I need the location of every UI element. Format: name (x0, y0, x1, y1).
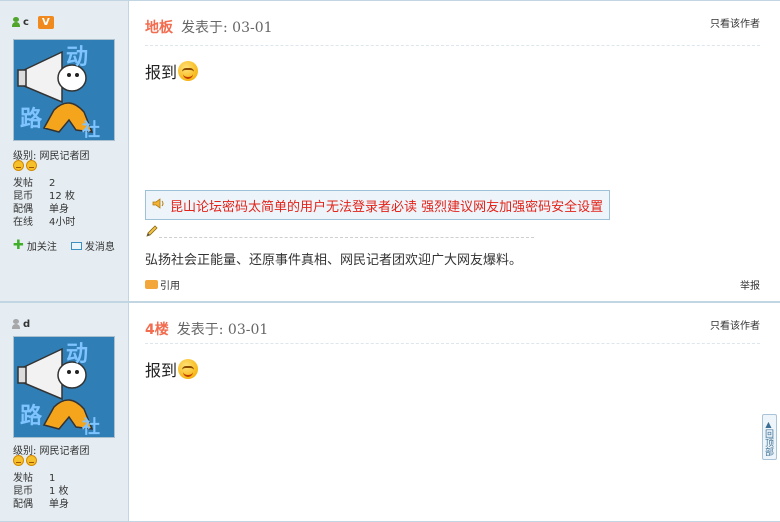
author-sidebar: d 动 路 社 级别: 网民记者团 发帖 1 昆币 1 枚 配偶 单身 (0, 303, 129, 521)
post-time: 发表于: 03-01 (181, 20, 273, 36)
author-name[interactable]: d (12, 317, 30, 331)
avatar-char: 社 (82, 119, 100, 140)
stat-row: 发帖 2 (13, 178, 56, 189)
post-content: 报到 (145, 59, 199, 83)
stat-row: 在线 4小时 (13, 217, 76, 228)
smile-emoji-icon (178, 61, 199, 81)
author-name[interactable]: c V (12, 15, 54, 29)
follow-button[interactable]: ✚ 加关注 (13, 237, 57, 254)
username[interactable]: d (23, 319, 30, 330)
verified-badge: V (37, 15, 54, 29)
message-icon (70, 241, 82, 250)
user-stats: 发帖 1 昆币 1 枚 配偶 单身 (13, 472, 69, 511)
only-author-link[interactable]: 只看该作者 (710, 15, 760, 30)
plus-icon: ✚ (13, 237, 24, 253)
divider (145, 343, 760, 344)
avatar[interactable]: 动 路 社 (13, 336, 115, 438)
level-face-icon (13, 455, 24, 466)
up-arrow-icon: ▲ (764, 420, 773, 429)
stat-row: 昆币 1 枚 (13, 486, 69, 497)
speaker-icon (152, 198, 164, 209)
megaphone-icon: 动 路 社 (14, 337, 114, 437)
forum-notice-link[interactable]: 昆山论坛密码太简单的用户无法登录者必读 强烈建议网友加强密码安全设置 (145, 190, 611, 220)
post-header: 地板 发表于: 03-01 (145, 17, 273, 37)
post-footer: 引用 举报 (145, 277, 760, 292)
avatar-char: 动 (66, 342, 88, 367)
floor-number[interactable]: 4楼 (145, 319, 169, 339)
stat-row: 发帖 1 (13, 473, 56, 484)
report-button[interactable]: 举报 (740, 277, 760, 292)
pencil-icon (146, 225, 158, 237)
quote-button[interactable]: 引用 (145, 277, 180, 292)
signature: 弘扬社会正能量、还原事件真相、网民记者团欢迎广大网友爆料。 (145, 253, 523, 268)
avatar-char: 路 (20, 106, 43, 132)
post-body: 地板 发表于: 03-01 只看该作者 报到 昆山论坛密码太简单的用户无法登录者… (129, 1, 780, 301)
megaphone-icon: 动 路 社 (14, 40, 114, 140)
avatar-char: 社 (82, 416, 100, 437)
author-actions: ✚ 加关注 发消息 (13, 237, 115, 254)
level-face-icon (26, 455, 37, 466)
post-content: 报到 (145, 357, 199, 381)
author-sidebar: c V 动 路 社 级别: 网民记者团 发帖 2 昆币 12 枚 配偶 单身 在… (0, 1, 129, 301)
back-to-top-button[interactable]: ▲回顶部 (762, 414, 777, 460)
quote-icon (145, 280, 158, 289)
signature-divider (159, 237, 534, 238)
user-stats: 发帖 2 昆币 12 枚 配偶 单身 在线 4小时 (13, 177, 75, 229)
send-message-button[interactable]: 发消息 (70, 238, 115, 253)
stat-row: 配偶 单身 (13, 499, 69, 510)
level-face-icon (26, 160, 37, 171)
post-body: 4楼 发表于: 03-01 只看该作者 报到 (129, 303, 780, 521)
username[interactable]: c (23, 17, 29, 28)
stat-row: 配偶 单身 (13, 204, 69, 215)
level-stars (13, 455, 37, 466)
post-time: 发表于: 03-01 (176, 322, 269, 338)
stat-row: 昆币 12 枚 (13, 191, 75, 202)
avatar-char: 动 (66, 45, 88, 70)
user-online-icon (12, 17, 20, 27)
user-offline-icon (12, 319, 20, 329)
post-header: 4楼 发表于: 03-01 (145, 319, 268, 339)
floor-number[interactable]: 地板 (145, 17, 173, 37)
avatar[interactable]: 动 路 社 (13, 39, 115, 141)
post-3: c V 动 路 社 级别: 网民记者团 发帖 2 昆币 12 枚 配偶 单身 在… (0, 0, 780, 302)
level-stars (13, 160, 37, 171)
avatar-char: 路 (20, 403, 43, 429)
level-face-icon (13, 160, 24, 171)
post-4: d 动 路 社 级别: 网民记者团 发帖 1 昆币 1 枚 配偶 单身 4楼 发… (0, 302, 780, 522)
smile-emoji-icon (178, 359, 199, 379)
only-author-link[interactable]: 只看该作者 (710, 317, 760, 332)
divider (145, 45, 760, 46)
